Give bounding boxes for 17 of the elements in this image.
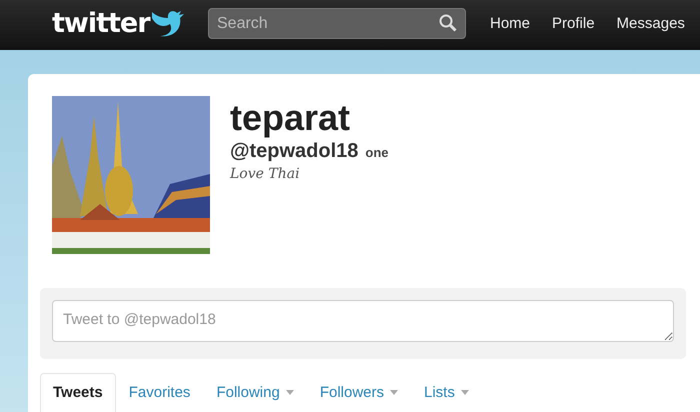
profile-tab[interactable]: Following (203, 373, 307, 412)
profile-tab[interactable]: Lists (411, 373, 482, 412)
profile-tab[interactable]: Followers (306, 373, 411, 412)
bird-icon (150, 10, 184, 38)
nav-link[interactable]: Messages (616, 15, 685, 32)
tweet-field[interactable]: Tweet to @tepwadol18 (52, 300, 674, 342)
nav-link[interactable]: Profile (552, 15, 595, 32)
profile-location: one (365, 145, 389, 160)
logo-text: twitter (52, 8, 150, 39)
profile-bio: Love Thai (230, 166, 301, 182)
search-field[interactable]: Search (208, 8, 466, 39)
profile-tab[interactable]: Favorites (116, 373, 204, 412)
nav-link[interactable]: Home (490, 15, 530, 32)
profile-name: teparat (230, 96, 352, 140)
search-icon[interactable] (439, 14, 457, 32)
profile-handle: @tepwadol18 (230, 140, 358, 163)
profile-tab[interactable]: Tweets (40, 373, 116, 412)
